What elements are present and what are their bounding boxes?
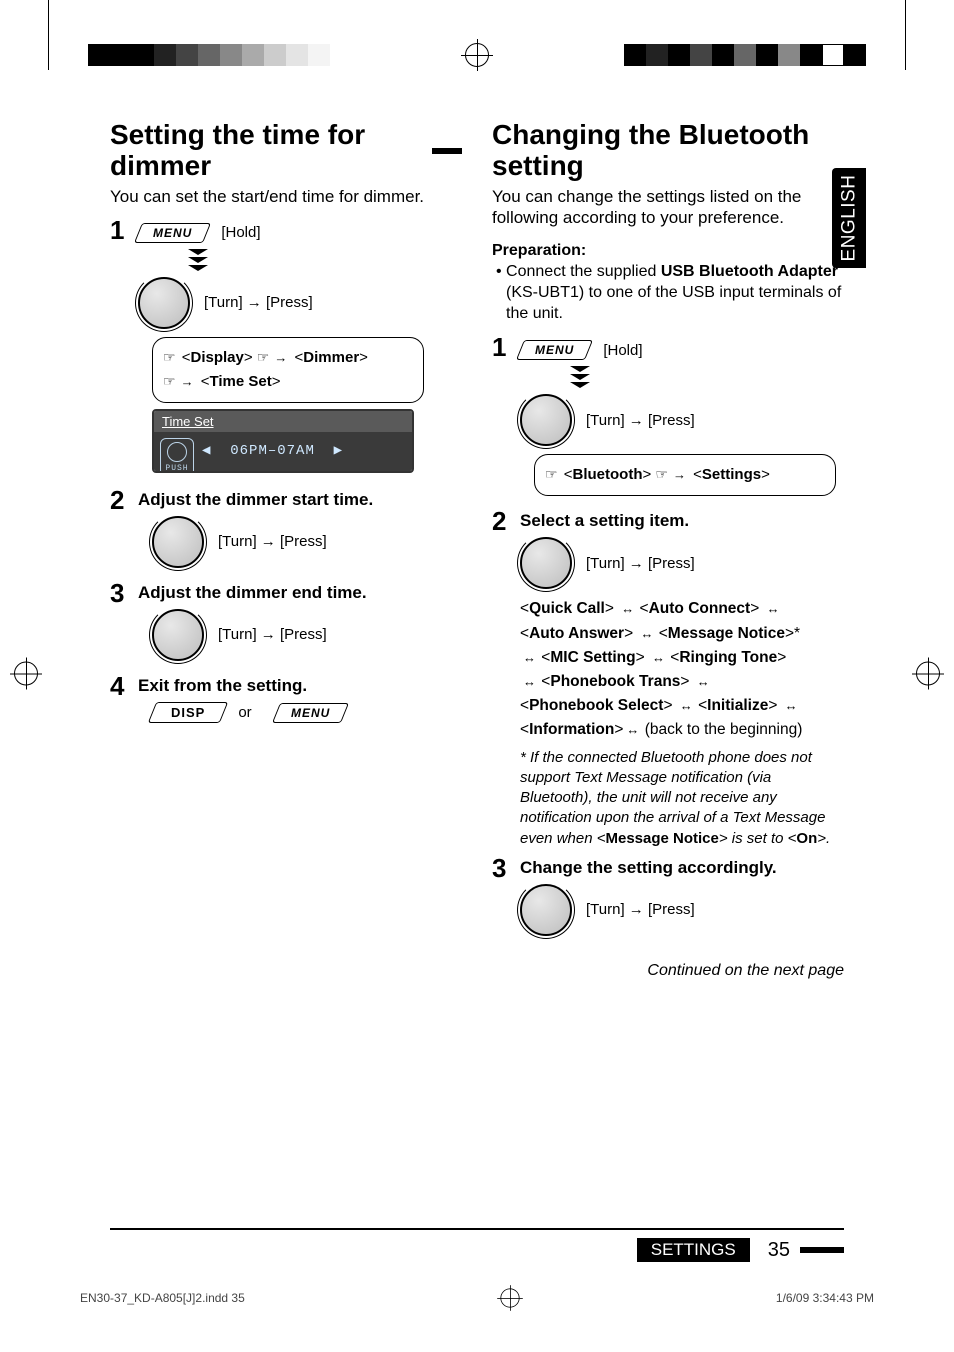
registration-target-icon [916, 662, 940, 686]
hand-icon: ☞ [655, 463, 668, 485]
rotary-dial-icon [152, 609, 204, 661]
menu-path-box: ☞ <Bluetooth> ☞→ <Settings> [534, 454, 836, 496]
section-chip: SETTINGS [637, 1238, 750, 1262]
bt-step-1: 1 MENU [Hold] [Turn] → [Press] ☞ <Blueto… [492, 334, 844, 502]
footer-bar [800, 1247, 844, 1253]
down-arrow-icon [188, 249, 208, 271]
hand-icon: ☞ [163, 370, 176, 392]
footer-rule [110, 1228, 844, 1231]
menu-button-icon: MENU [516, 340, 593, 360]
rotary-dial-icon [152, 516, 204, 568]
left-column: Setting the time for dimmer You can set … [110, 120, 462, 1232]
rotary-dial-icon [138, 277, 190, 329]
rotary-dial-icon [520, 394, 572, 446]
imprint-row: EN30-37_KD-A805[J]2.indd 35 1/6/09 3:34:… [80, 1286, 874, 1310]
imprint-date: 1/6/09 3:34:43 PM [776, 1291, 874, 1305]
right-column: Changing the Bluetooth setting You can c… [492, 120, 844, 1232]
registration-target-icon [501, 1288, 520, 1307]
color-bars-right [624, 44, 866, 66]
intro-dimmer: You can set the start/end time for dimme… [110, 186, 462, 207]
step-3: 3 Adjust the dimmer end time. [Turn] → [… [110, 580, 462, 667]
footnote: * If the connected Bluetooth phone does … [520, 748, 844, 849]
menu-path-box: ☞ <Display> ☞→ <Dimmer> ☞→ <Time Set> [152, 337, 424, 403]
step-4: 4 Exit from the setting. DISP or MENU [110, 673, 462, 729]
bt-step-3: 3 Change the setting accordingly. [Turn]… [492, 855, 844, 942]
bt-step-2: 2 Select a setting item. [Turn] → [Press… [492, 508, 844, 848]
hand-icon: ☞ [257, 346, 270, 368]
intro-bluetooth: You can change the settings listed on th… [492, 186, 844, 229]
imprint-file: EN30-37_KD-A805[J]2.indd 35 [80, 1291, 245, 1305]
bluetooth-options-list: <Quick Call> ↔ <Auto Connect> ↔ <Auto An… [520, 597, 844, 741]
rotary-dial-icon [520, 537, 572, 589]
push-dial-icon: PUSH [160, 438, 194, 473]
registration-target-icon [14, 662, 38, 686]
step-2: 2 Adjust the dimmer start time. [Turn] →… [110, 487, 462, 574]
menu-button-icon: MENU [272, 703, 349, 723]
page-number: 35 [768, 1239, 790, 1262]
disp-button-icon: DISP [148, 702, 229, 723]
registration-target-icon [465, 43, 489, 67]
color-bars-left [88, 44, 330, 66]
registration-marks-top [0, 42, 954, 68]
hand-icon: ☞ [545, 463, 558, 485]
lcd-screen: Time Set PUSH ◀ 06PM–07AM ▶ [152, 409, 414, 473]
section-footer: SETTINGS 35 [110, 1238, 844, 1262]
preparation-text: • Connect the supplied USB Bluetooth Ada… [492, 262, 844, 324]
down-arrow-icon [570, 366, 590, 388]
step-1: 1 MENU [Hold] [Turn] → [Press] ☞ <Displa… [110, 217, 462, 481]
heading-dimmer: Setting the time for dimmer [110, 120, 462, 182]
rotary-dial-icon [520, 884, 572, 936]
heading-bluetooth: Changing the Bluetooth setting [492, 120, 844, 182]
continued-text: Continued on the next page [492, 962, 844, 980]
preparation-heading: Preparation: [492, 242, 844, 260]
hand-icon: ☞ [163, 346, 176, 368]
menu-button-icon: MENU [134, 223, 211, 243]
